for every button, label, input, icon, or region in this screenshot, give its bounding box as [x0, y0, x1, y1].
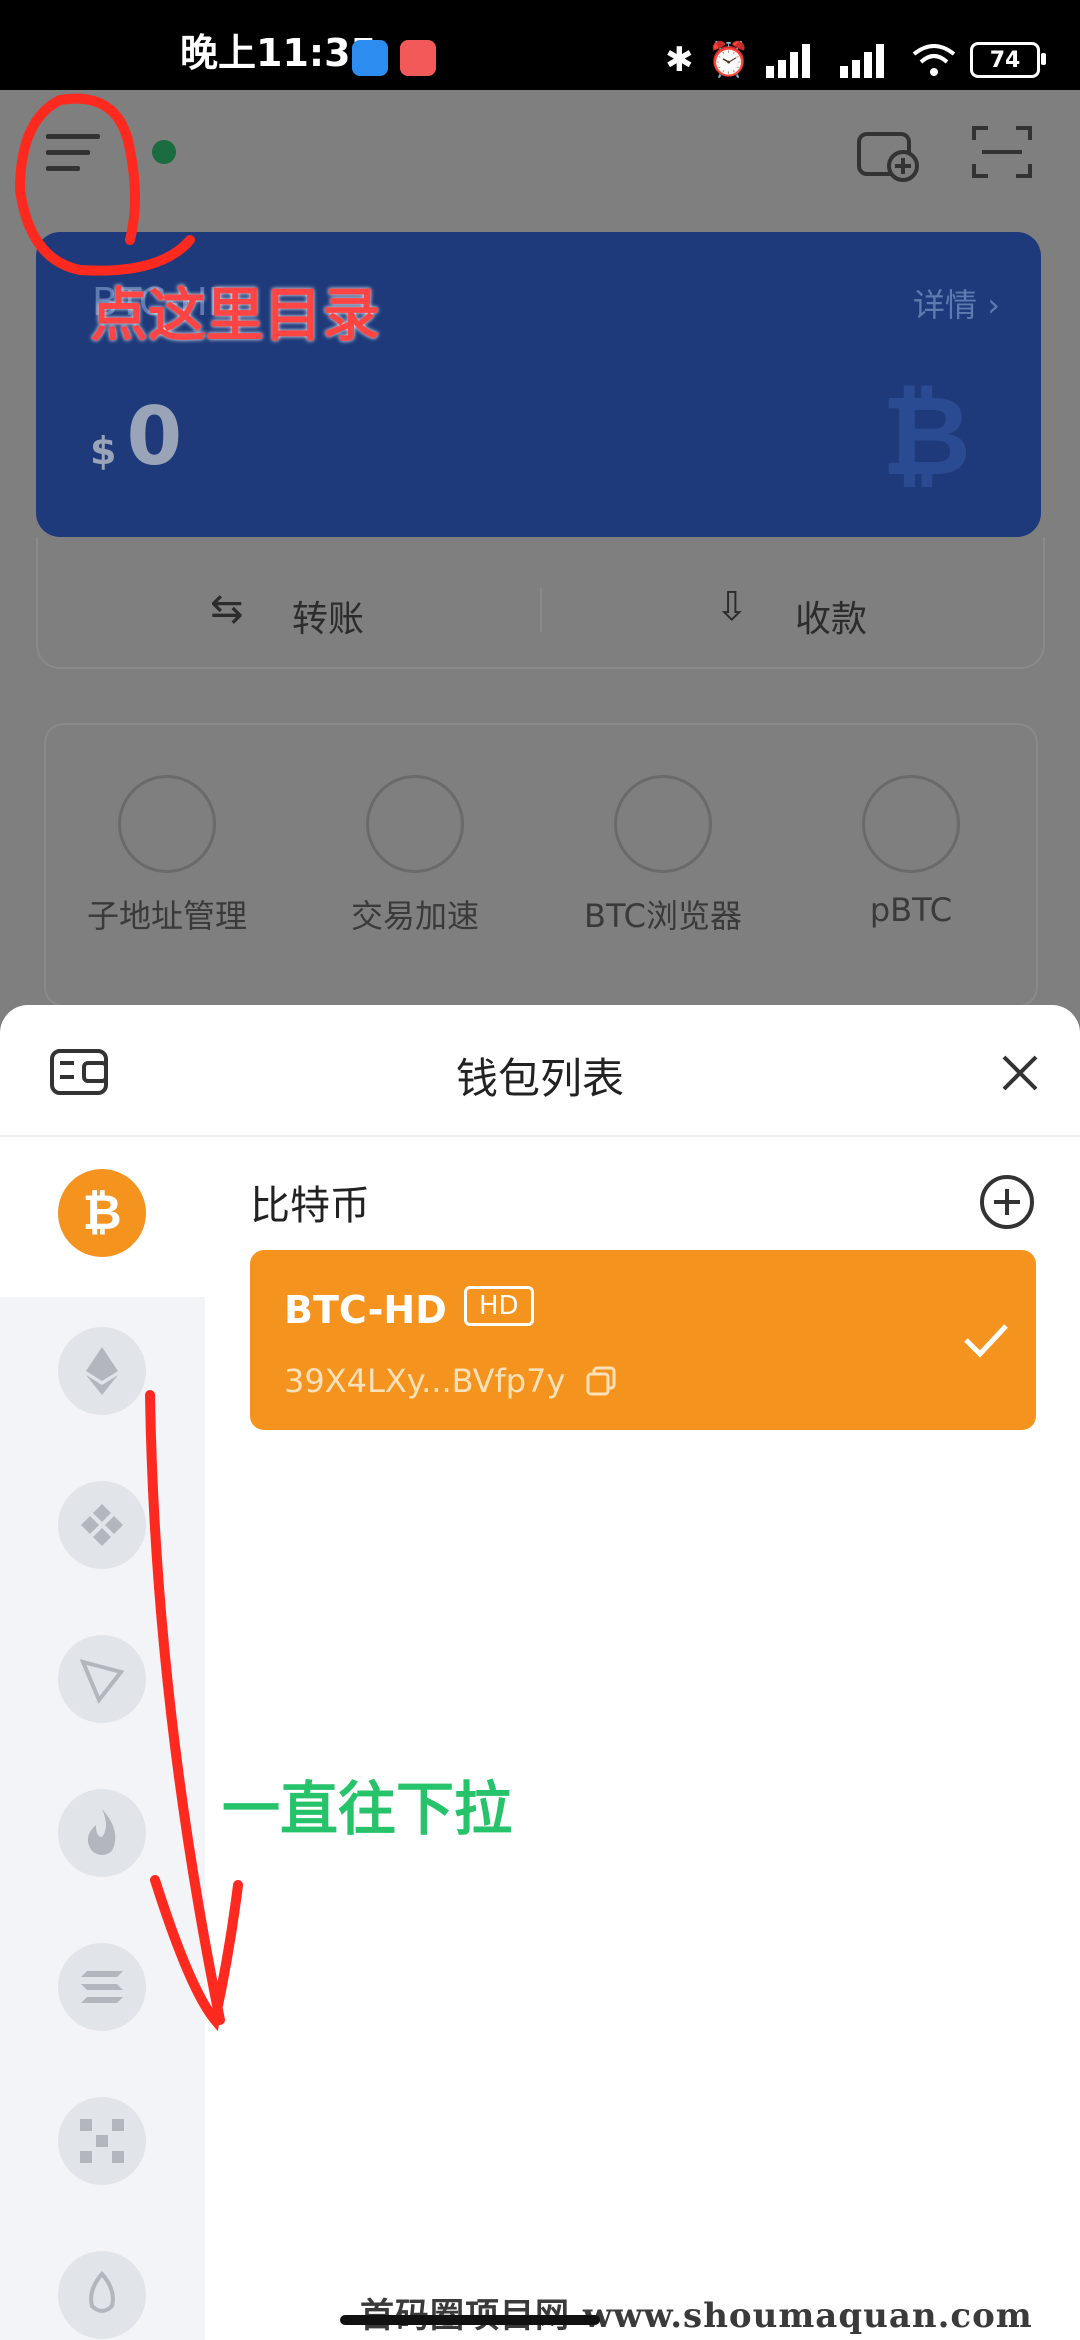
annotation-circle-stroke: [14, 93, 195, 276]
site-watermark: 首码圈项目网 www.shoumaquan.com: [360, 2296, 1033, 2336]
annotation-arrow-stroke: [145, 1390, 243, 2032]
annotation-strokes: [14, 93, 243, 2032]
home-indicator[interactable]: [340, 2315, 600, 2325]
